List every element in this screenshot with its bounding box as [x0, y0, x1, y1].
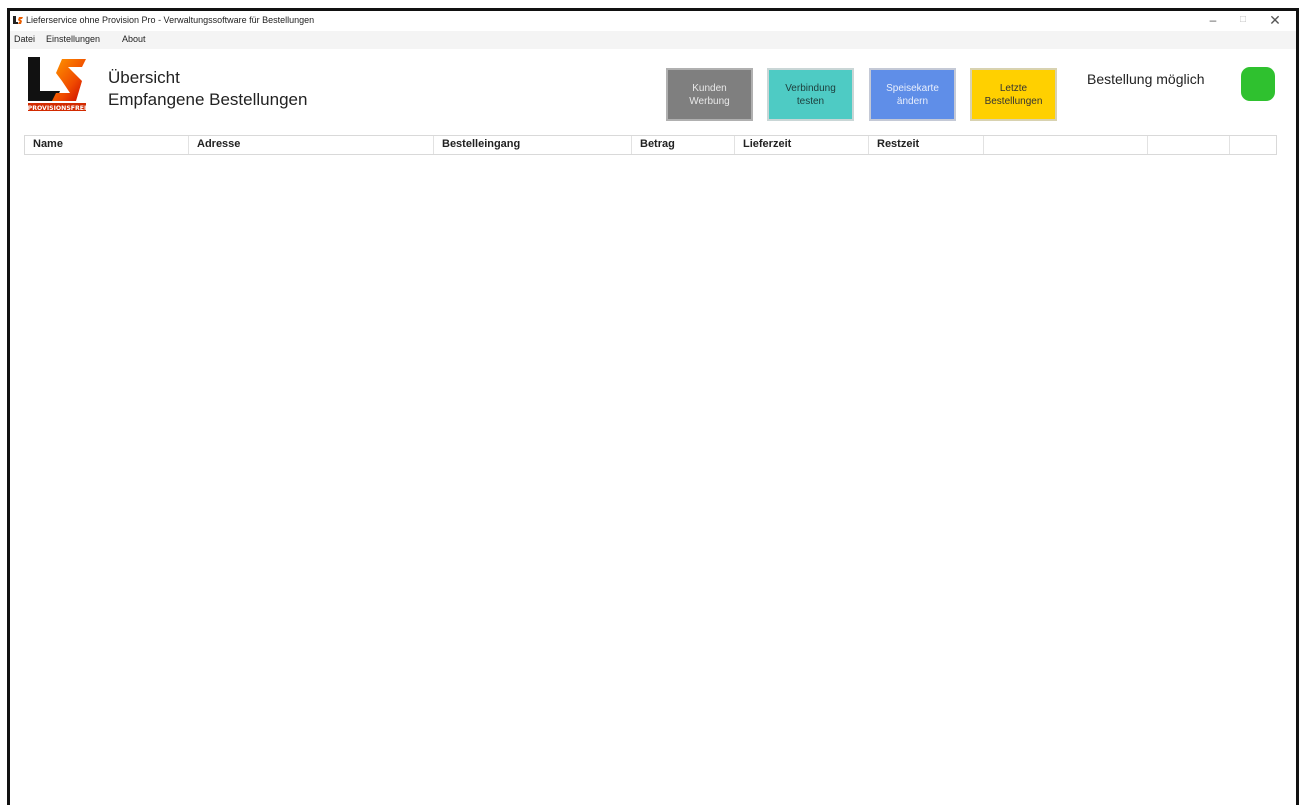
column-header-empty-1[interactable]: [984, 136, 1148, 154]
app-window: Lieferservice ohne Provision Pro - Verwa…: [7, 8, 1299, 805]
maximize-icon[interactable]: □: [1228, 11, 1258, 31]
menu-about[interactable]: About: [122, 34, 146, 44]
window-title: Lieferservice ohne Provision Pro - Verwa…: [26, 15, 315, 25]
kunden-werbung-button[interactable]: Kunden Werbung: [666, 68, 753, 121]
letzte-bestellungen-label: Letzte Bestellungen: [984, 82, 1043, 107]
menu-datei[interactable]: Datei: [14, 34, 35, 44]
verbindung-testen-label: Verbindung testen: [785, 82, 836, 107]
close-icon[interactable]: ✕: [1260, 11, 1290, 31]
column-header-name[interactable]: Name: [25, 136, 189, 154]
column-header-restzeit[interactable]: Restzeit: [869, 136, 984, 154]
speisekarte-aendern-label: Speisekarte ändern: [886, 82, 939, 107]
menu-bar: Datei Einstellungen About: [10, 31, 1296, 49]
column-header-empty-3[interactable]: [1230, 136, 1276, 154]
kunden-werbung-label: Kunden Werbung: [689, 82, 730, 107]
order-status-label: Bestellung möglich: [1087, 71, 1205, 87]
app-logo-icon: [13, 16, 23, 24]
menu-einstellungen[interactable]: Einstellungen: [46, 34, 100, 44]
column-header-betrag[interactable]: Betrag: [632, 136, 735, 154]
column-header-adresse[interactable]: Adresse: [189, 136, 434, 154]
orders-table[interactable]: Name Adresse Bestelleingang Betrag Liefe…: [24, 135, 1277, 155]
order-status-indicator: [1241, 67, 1275, 101]
title-bar: Lieferservice ohne Provision Pro - Verwa…: [10, 11, 1296, 31]
svg-text:PROVISIONSFREI: PROVISIONSFREI: [28, 105, 87, 112]
speisekarte-aendern-button[interactable]: Speisekarte ändern: [869, 68, 956, 121]
ls-logo: PROVISIONSFREI: [28, 57, 87, 112]
page-title: Übersicht: [108, 68, 180, 87]
letzte-bestellungen-button[interactable]: Letzte Bestellungen: [970, 68, 1057, 121]
minimize-icon[interactable]: –: [1198, 11, 1228, 31]
column-header-empty-2[interactable]: [1148, 136, 1230, 154]
column-header-bestelleingang[interactable]: Bestelleingang: [434, 136, 632, 154]
verbindung-testen-button[interactable]: Verbindung testen: [767, 68, 854, 121]
column-header-lieferzeit[interactable]: Lieferzeit: [735, 136, 869, 154]
page-subtitle: Empfangene Bestellungen: [108, 90, 308, 109]
